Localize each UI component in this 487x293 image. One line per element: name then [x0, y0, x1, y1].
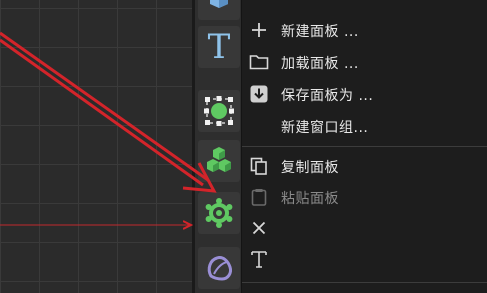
- menu-item-label: 复制面板: [281, 160, 339, 176]
- download-icon: [248, 84, 270, 104]
- menu-item-paste-panel[interactable]: 粘贴面板: [242, 183, 487, 211]
- menu-separator: [242, 146, 487, 147]
- menu-item-label: 保存面板为 ...: [281, 88, 374, 104]
- menu-item-label: 粘贴面板: [281, 191, 339, 207]
- tool-strip: T: [195, 0, 242, 293]
- shape-icon: [202, 251, 236, 285]
- clipboard-icon: [248, 187, 270, 207]
- viewport-grid[interactable]: [0, 0, 192, 293]
- menu-item-new-window-group[interactable]: 新建窗口组...: [242, 112, 487, 140]
- text-icon: [248, 249, 270, 269]
- menu-item-save-panel-as[interactable]: 保存面板为 ...: [242, 80, 487, 108]
- gear-node-tool-button[interactable]: [198, 192, 240, 234]
- cube-icon: [204, 0, 234, 14]
- close-icon: [248, 218, 270, 238]
- folder-icon: [248, 52, 270, 72]
- menu-item-load-panel[interactable]: 加载面板 ...: [242, 48, 487, 76]
- menu-item-close[interactable]: [242, 214, 487, 242]
- menu-item-label: 新建窗口组...: [281, 120, 369, 136]
- gear-node-icon: [202, 196, 236, 230]
- menu-separator: [242, 282, 487, 283]
- sphere-select-tool-button[interactable]: [198, 90, 240, 132]
- menu-item-label: 新建面板 ...: [281, 24, 359, 40]
- cube-tool-button[interactable]: [198, 0, 240, 20]
- panel-context-menu: 新建面板 ... 加载面板 ... 保存面板为 ... 新建窗口组... 复制面…: [241, 0, 487, 293]
- cubes-stack-icon: [202, 144, 236, 178]
- copy-icon: [248, 156, 270, 176]
- menu-item-label: 加载面板 ...: [281, 56, 359, 72]
- menu-item-copy-panel[interactable]: 复制面板: [242, 152, 487, 180]
- menu-item-new-panel[interactable]: 新建面板 ...: [242, 16, 487, 44]
- shape-tool-button[interactable]: [198, 247, 240, 289]
- cubes-stack-tool-button[interactable]: [198, 140, 240, 182]
- text-tool-button[interactable]: T: [198, 26, 240, 68]
- sphere-select-icon: [201, 93, 237, 129]
- text-tool-icon: T: [207, 27, 231, 67]
- plus-icon: [248, 20, 270, 40]
- menu-item-text[interactable]: [242, 245, 487, 273]
